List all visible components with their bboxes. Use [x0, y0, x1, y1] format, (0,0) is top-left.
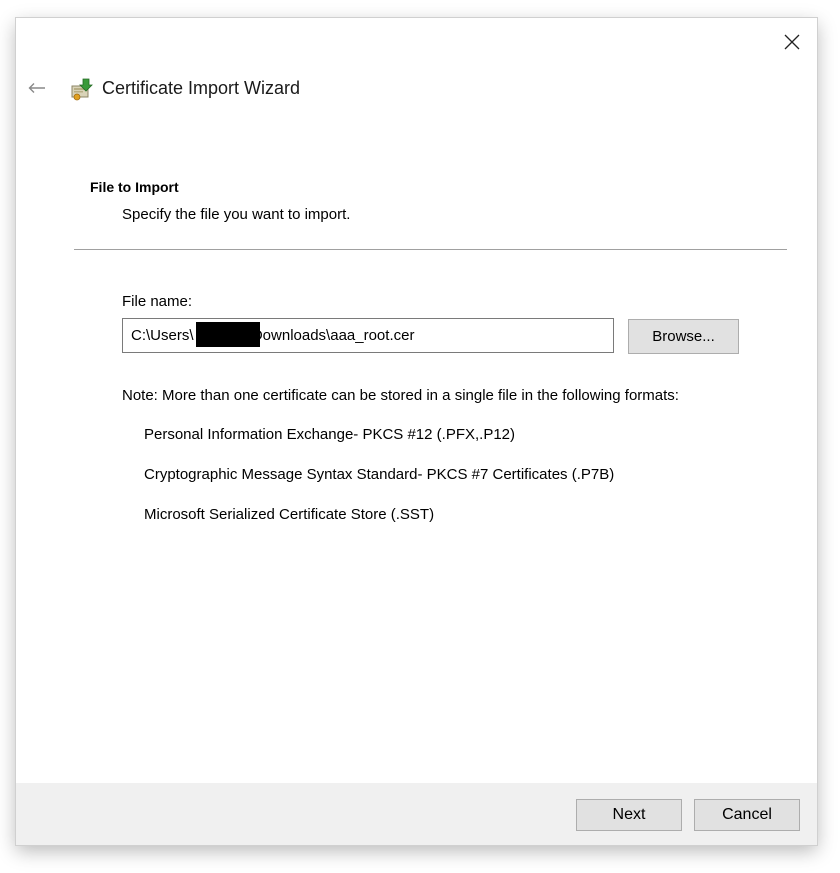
- format-item: Microsoft Serialized Certificate Store (…: [144, 506, 435, 523]
- redaction-box: [196, 322, 260, 347]
- format-item: Cryptographic Message Syntax Standard- P…: [144, 466, 615, 483]
- wizard-footer: Next Cancel: [16, 783, 817, 845]
- close-button[interactable]: [777, 28, 807, 56]
- certificate-import-icon: [68, 76, 94, 102]
- file-name-field[interactable]: [122, 318, 614, 353]
- browse-button[interactable]: Browse...: [628, 319, 739, 354]
- close-icon: [784, 34, 800, 50]
- formats-note: Note: More than one certificate can be s…: [122, 387, 679, 404]
- window-title: Certificate Import Wizard: [102, 78, 301, 98]
- format-item: Personal Information Exchange- PKCS #12 …: [144, 426, 516, 443]
- back-arrow-icon: [28, 83, 45, 93]
- cancel-button[interactable]: Cancel: [694, 799, 800, 831]
- page-heading: File to Import: [90, 179, 179, 195]
- header-divider: [74, 249, 787, 250]
- page-subheading: Specify the file you want to import.: [122, 206, 351, 223]
- file-name-label: File name:: [122, 293, 193, 310]
- next-button[interactable]: Next: [576, 799, 682, 831]
- back-button[interactable]: [24, 76, 50, 100]
- certificate-import-wizard-window: Certificate Import Wizard File to Import…: [16, 18, 817, 845]
